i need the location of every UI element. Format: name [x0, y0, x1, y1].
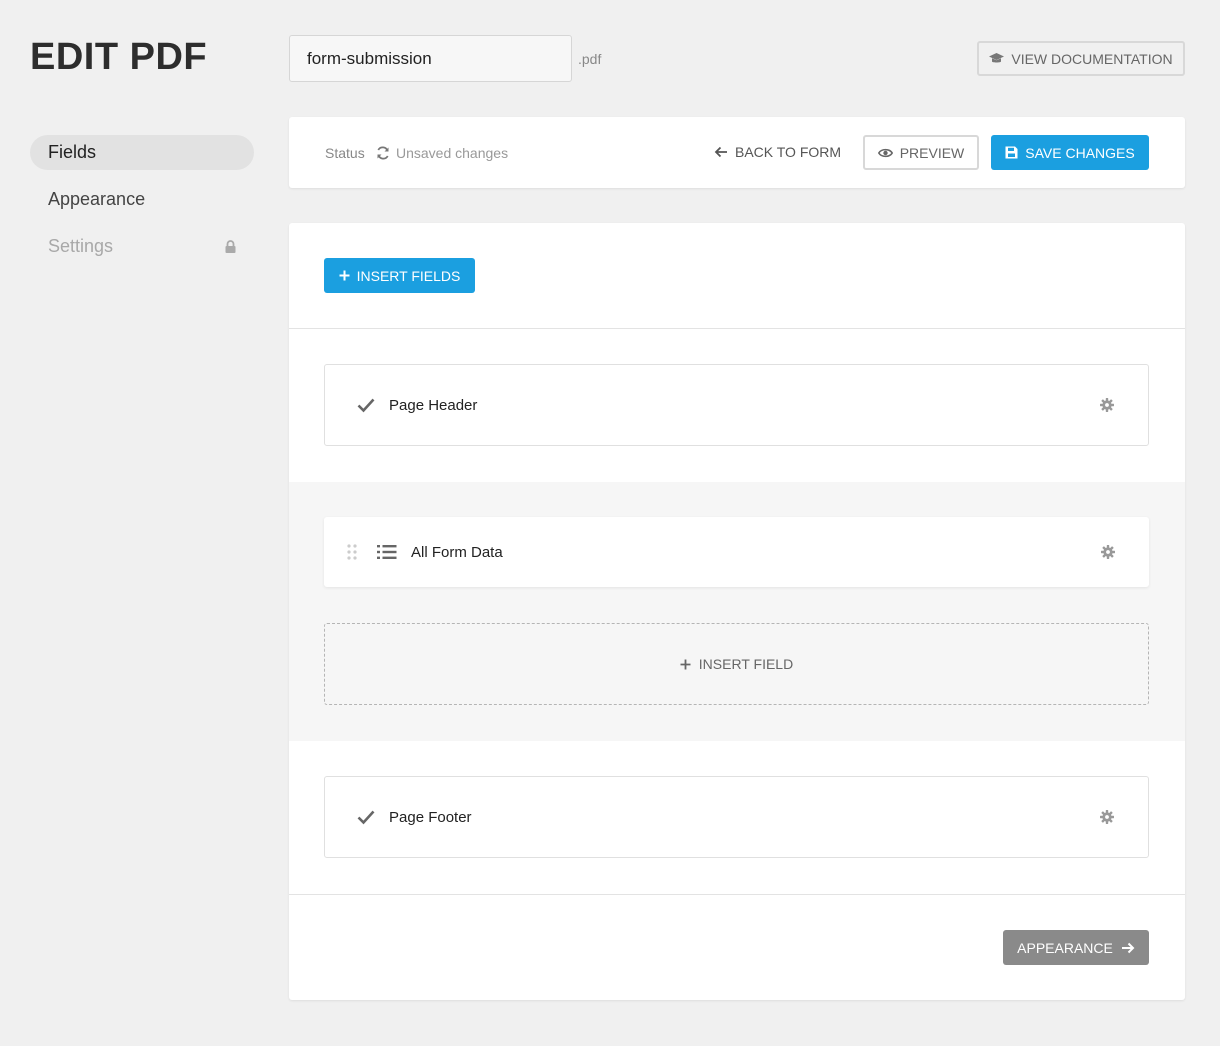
sidebar-item-label: Settings: [48, 236, 114, 256]
checkmark-icon: [357, 398, 375, 413]
page-header-label: Page Header: [389, 396, 478, 414]
insert-fields-button[interactable]: INSERT FIELDS: [324, 258, 475, 293]
arrow-right-icon: [1121, 942, 1135, 953]
gear-icon[interactable]: [1099, 809, 1115, 825]
filename-extension: .pdf: [578, 51, 602, 67]
view-documentation-label: VIEW DOCUMENTATION: [1011, 50, 1173, 67]
drag-handle-icon[interactable]: [347, 544, 357, 560]
view-documentation-button[interactable]: VIEW DOCUMENTATION: [977, 41, 1185, 76]
preview-label: PREVIEW: [899, 144, 965, 161]
preview-button[interactable]: PREVIEW: [863, 135, 979, 170]
save-changes-button[interactable]: SAVE CHANGES: [991, 135, 1149, 170]
page-footer-field[interactable]: Page Footer: [324, 776, 1149, 858]
arrow-left-icon: [714, 146, 727, 158]
divider: [289, 894, 1185, 895]
page-footer-label: Page Footer: [389, 808, 472, 826]
filename-group: .pdf: [289, 35, 601, 82]
next-appearance-button[interactable]: APPEARANCE: [1003, 930, 1149, 965]
sidebar-item-label: Appearance: [48, 189, 146, 209]
sidebar-item-settings: Settings: [30, 229, 254, 264]
fields-editor: INSERT FIELDS Page Header All Form Data: [289, 223, 1185, 1000]
eye-icon: [877, 148, 893, 157]
body-fields-zone: All Form Data INSERT FIELD: [289, 482, 1185, 741]
gear-icon[interactable]: [1100, 544, 1116, 560]
status-label: Status: [325, 145, 365, 161]
sidebar-item-fields[interactable]: Fields: [30, 135, 254, 170]
insert-field-dropzone[interactable]: INSERT FIELD: [324, 623, 1149, 705]
insert-field-label: INSERT FIELD: [698, 656, 794, 672]
filename-input[interactable]: [289, 35, 572, 82]
floppy-disk-icon: [1005, 146, 1018, 159]
plus-icon: [680, 659, 691, 669]
status-indicator: Unsaved changes: [376, 145, 508, 161]
back-to-form-label: BACK TO FORM: [735, 144, 842, 160]
gear-icon[interactable]: [1099, 397, 1115, 413]
refresh-icon: [377, 146, 389, 160]
list-icon: [377, 545, 397, 559]
status-value: Unsaved changes: [396, 145, 509, 161]
page-title: EDIT PDF: [30, 36, 208, 78]
sidebar-item-appearance[interactable]: Appearance: [30, 182, 254, 217]
all-form-data-label: All Form Data: [411, 543, 503, 561]
sidebar: Fields Appearance Settings: [30, 135, 254, 276]
status-toolbar: Status Unsaved changes BACK TO FORM PREV…: [289, 117, 1185, 188]
insert-fields-label: INSERT FIELDS: [356, 267, 461, 284]
save-changes-label: SAVE CHANGES: [1025, 144, 1135, 161]
page-header-field[interactable]: Page Header: [324, 364, 1149, 446]
divider: [289, 328, 1185, 329]
back-to-form-link[interactable]: BACK TO FORM: [714, 144, 841, 160]
all-form-data-field[interactable]: All Form Data: [324, 517, 1149, 587]
lock-icon: [225, 240, 236, 253]
graduation-cap-icon: [989, 52, 1005, 62]
next-appearance-label: APPEARANCE: [1017, 939, 1113, 956]
plus-icon: [339, 270, 350, 281]
sidebar-item-label: Fields: [48, 142, 97, 162]
checkmark-icon: [357, 810, 375, 825]
